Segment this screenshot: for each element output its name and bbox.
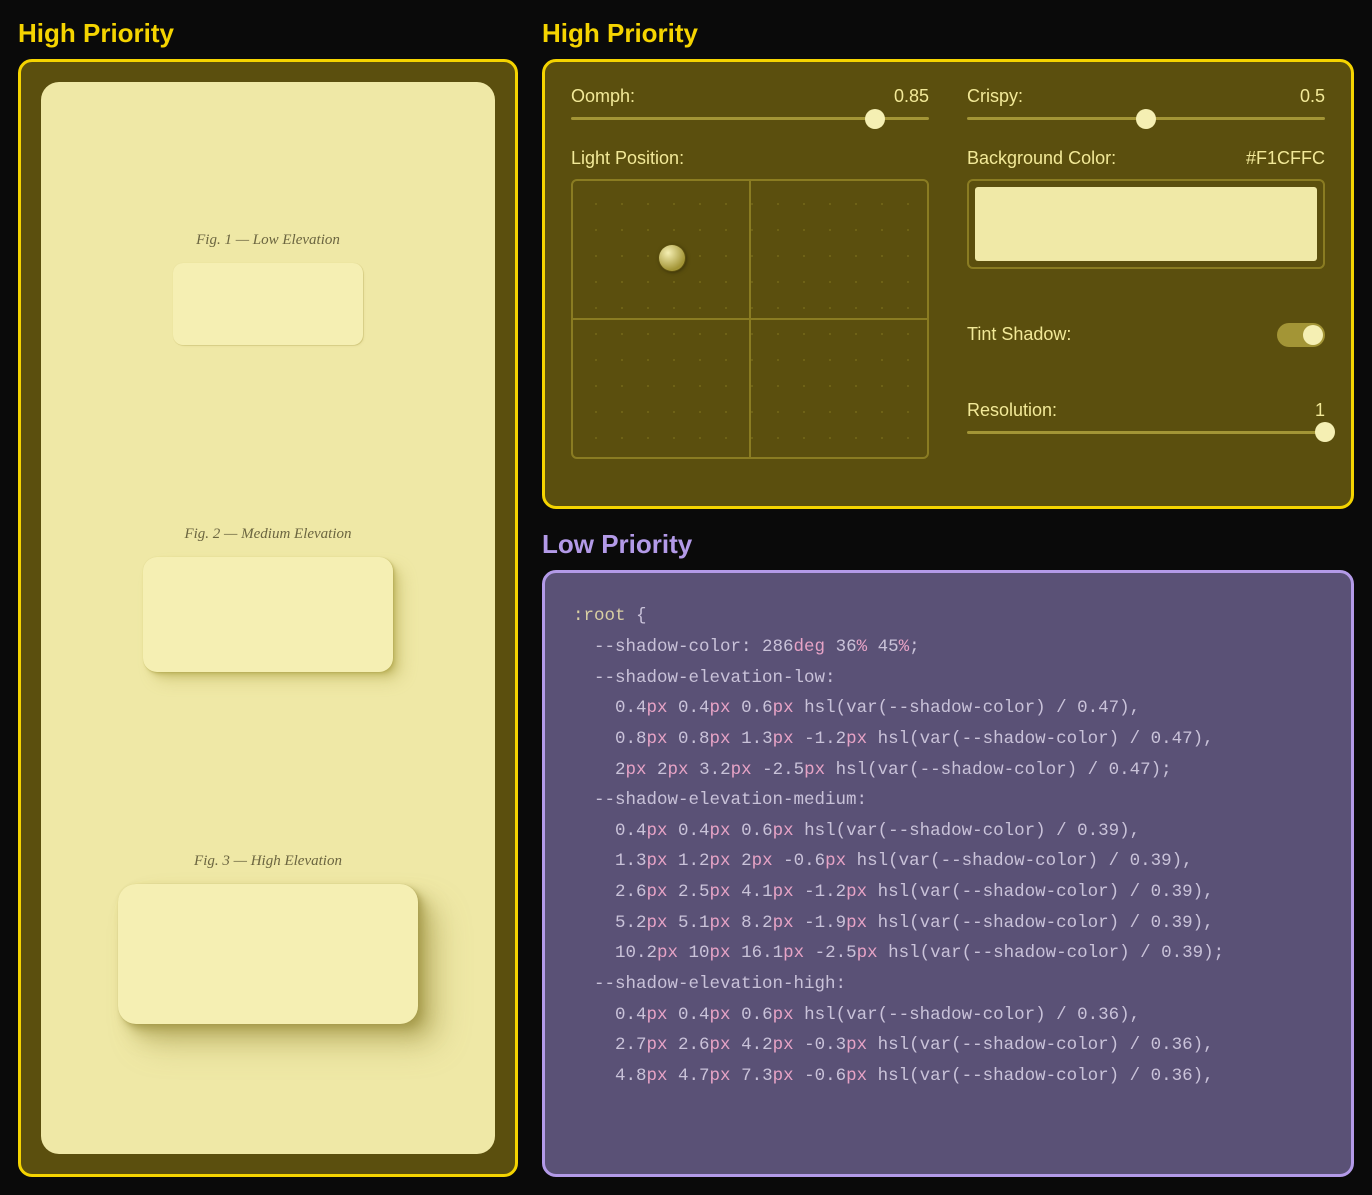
resolution-slider[interactable] <box>967 431 1325 434</box>
code-panel-title: Low Priority <box>542 529 1354 560</box>
card-high-elevation <box>118 884 418 1024</box>
background-color-well[interactable] <box>967 179 1325 269</box>
tint-shadow-toggle[interactable] <box>1277 323 1325 347</box>
preview-surface: Fig. 1 — Low Elevation Fig. 2 — Medium E… <box>41 82 495 1154</box>
figure-high-caption: Fig. 3 — High Elevation <box>118 853 418 870</box>
card-low-elevation <box>173 263 363 345</box>
figure-medium-caption: Fig. 2 — Medium Elevation <box>143 526 393 543</box>
crispy-slider[interactable] <box>967 117 1325 120</box>
oomph-value: 0.85 <box>894 86 929 107</box>
background-color-control: Background Color: #F1CFFC <box>967 148 1325 294</box>
crispy-value: 0.5 <box>1300 86 1325 107</box>
figure-low-caption: Fig. 1 — Low Elevation <box>173 232 363 249</box>
tint-shadow-label: Tint Shadow: <box>967 324 1071 345</box>
figure-low: Fig. 1 — Low Elevation <box>173 232 363 345</box>
figure-high: Fig. 3 — High Elevation <box>118 853 418 1024</box>
light-position-handle[interactable] <box>659 245 685 271</box>
oomph-label: Oomph: <box>571 86 635 107</box>
card-medium-elevation <box>143 557 393 672</box>
resolution-control: Resolution: 1 <box>967 400 1325 459</box>
css-output[interactable]: :root { --shadow-color: 286deg 36% 45%; … <box>573 601 1345 1091</box>
light-position-control: Light Position: <box>571 148 929 459</box>
preview-panel: Fig. 1 — Low Elevation Fig. 2 — Medium E… <box>18 59 518 1177</box>
crispy-label: Crispy: <box>967 86 1023 107</box>
resolution-label: Resolution: <box>967 400 1057 421</box>
tint-shadow-control: Tint Shadow: <box>967 323 1325 372</box>
figure-medium: Fig. 2 — Medium Elevation <box>143 526 393 672</box>
background-color-swatch <box>975 187 1317 261</box>
preview-panel-title: High Priority <box>18 18 518 49</box>
controls-panel: Oomph: 0.85 Crispy: 0.5 <box>542 59 1354 509</box>
controls-panel-title: High Priority <box>542 18 1354 49</box>
light-position-pad[interactable] <box>571 179 929 459</box>
crispy-slider-thumb[interactable] <box>1136 109 1156 129</box>
background-color-label: Background Color: <box>967 148 1116 169</box>
oomph-slider[interactable] <box>571 117 929 120</box>
background-color-value: #F1CFFC <box>1246 148 1325 169</box>
oomph-slider-thumb[interactable] <box>865 109 885 129</box>
light-position-label: Light Position: <box>571 148 929 169</box>
tint-shadow-toggle-knob <box>1303 325 1323 345</box>
resolution-value: 1 <box>1315 400 1325 421</box>
oomph-control: Oomph: 0.85 <box>571 86 929 120</box>
code-panel: :root { --shadow-color: 286deg 36% 45%; … <box>542 570 1354 1177</box>
resolution-slider-thumb[interactable] <box>1315 422 1335 442</box>
crispy-control: Crispy: 0.5 <box>967 86 1325 120</box>
